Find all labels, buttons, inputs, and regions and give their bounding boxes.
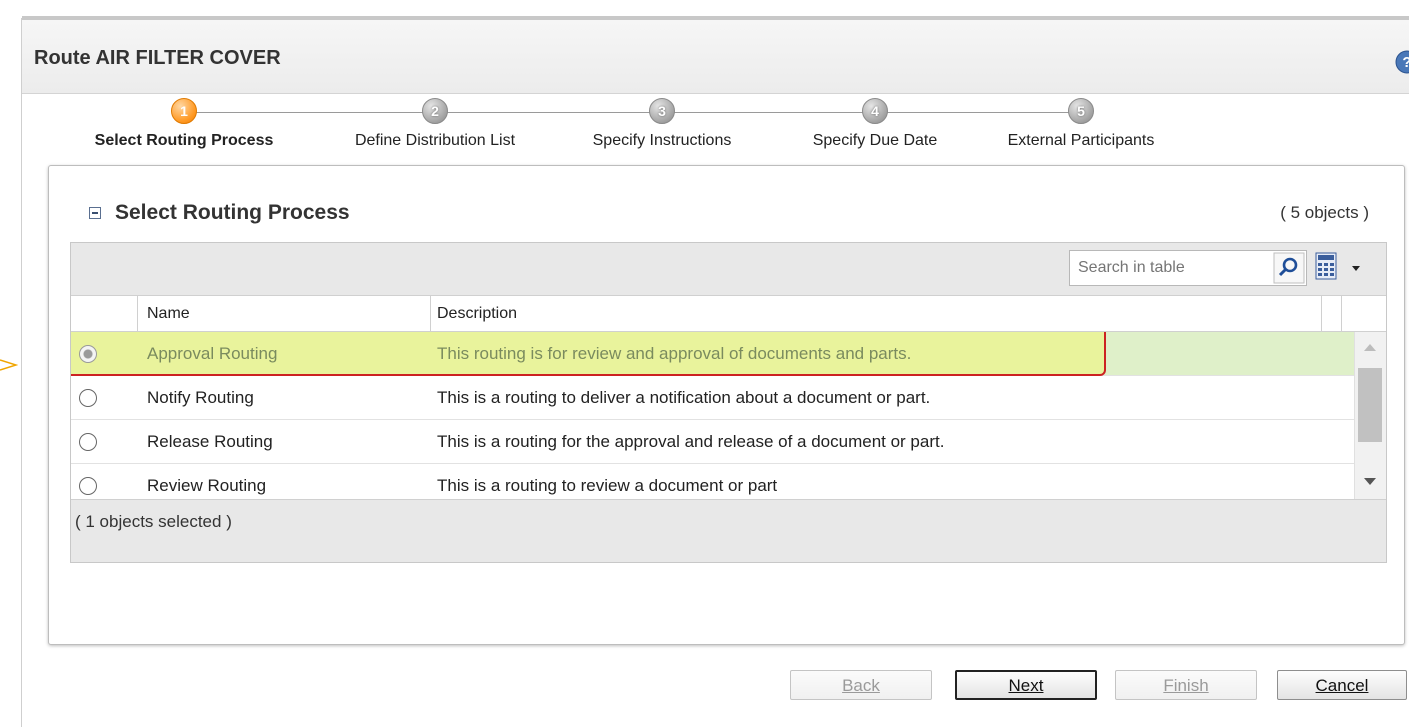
row-description: This is a routing to deliver a notificat… <box>437 388 931 407</box>
step-label-5: External Participants <box>1007 132 1155 149</box>
row-name: Approval Routing <box>147 344 278 363</box>
column-divider <box>137 296 138 331</box>
step-label-3: Specify Instructions <box>592 132 732 149</box>
row-name: Notify Routing <box>147 388 254 407</box>
row-radio-approval[interactable] <box>79 345 97 363</box>
row-description: This routing is for review and approval … <box>437 344 912 363</box>
table-body: Approval Routing This routing is for rev… <box>71 332 1354 499</box>
scroll-down-icon[interactable] <box>1364 478 1376 485</box>
wizard-steps: 1 Select Routing Process 2 Define Distri… <box>0 98 1409 162</box>
routing-table: Name Description Approval Routing This r… <box>70 242 1387 563</box>
row-radio-release[interactable] <box>79 433 97 451</box>
back-button[interactable]: Back <box>790 670 932 700</box>
column-header-description[interactable]: Description <box>437 305 517 323</box>
step-label-1: Select Routing Process <box>94 132 274 149</box>
next-button[interactable]: Next <box>955 670 1097 700</box>
object-count: ( 5 objects ) <box>1280 203 1369 222</box>
row-description: This is a routing to review a document o… <box>437 476 778 495</box>
svg-text:?: ? <box>1402 54 1409 71</box>
selected-count: ( 1 objects selected ) <box>75 512 232 531</box>
table-row[interactable]: Review Routing This is a routing to revi… <box>71 464 1354 499</box>
step-number-5: 5 <box>1068 98 1094 124</box>
step-label-4: Specify Due Date <box>812 132 938 149</box>
row-radio-notify[interactable] <box>79 389 97 407</box>
search-icon[interactable] <box>1273 252 1305 284</box>
step-number-2: 2 <box>422 98 448 124</box>
step-label-2: Define Distribution List <box>354 132 516 149</box>
search-input[interactable] <box>1069 250 1307 286</box>
table-row[interactable]: Notify Routing This is a routing to deli… <box>71 376 1354 420</box>
panel-title: Select Routing Process <box>115 201 350 224</box>
table-header-row: Name Description <box>71 296 1386 332</box>
row-radio-review[interactable] <box>79 477 97 495</box>
step-number-1: 1 <box>171 98 197 124</box>
page-header: Route AIR FILTER COVER ? <box>22 16 1409 94</box>
chevron-down-icon[interactable] <box>1351 265 1361 273</box>
row-name: Review Routing <box>147 476 267 495</box>
row-name: Release Routing <box>147 432 273 451</box>
wizard-step-5[interactable]: 5 External Participants <box>976 98 1186 150</box>
calculator-icon[interactable] <box>1315 252 1337 280</box>
scroll-thumb[interactable] <box>1358 368 1382 442</box>
column-divider <box>1341 296 1342 331</box>
collapse-icon[interactable] <box>89 207 101 219</box>
arrow-icon <box>0 359 18 371</box>
column-divider <box>430 296 431 331</box>
step-number-4: 4 <box>862 98 888 124</box>
table-row[interactable]: Release Routing This is a routing for th… <box>71 420 1354 464</box>
table-row[interactable]: Approval Routing This routing is for rev… <box>71 332 1354 376</box>
wizard-step-4[interactable]: 4 Specify Due Date <box>777 98 973 150</box>
table-toolbar <box>71 243 1386 296</box>
column-header-name[interactable]: Name <box>147 305 190 323</box>
table-scrollbar[interactable] <box>1354 332 1386 499</box>
cancel-button[interactable]: Cancel <box>1277 670 1407 700</box>
wizard-step-2[interactable]: 2 Define Distribution List <box>320 98 550 150</box>
column-divider <box>1321 296 1322 331</box>
step-number-3: 3 <box>649 98 675 124</box>
finish-button[interactable]: Finish <box>1115 670 1257 700</box>
table-footer: ( 1 objects selected ) <box>71 499 1386 562</box>
wizard-step-1[interactable]: 1 Select Routing Process <box>59 98 309 150</box>
page-title: Route AIR FILTER COVER <box>34 47 281 69</box>
panel-header: Select Routing Process <box>89 200 350 226</box>
wizard-step-3[interactable]: 3 Specify Instructions <box>563 98 761 150</box>
scroll-up-icon[interactable] <box>1364 344 1376 351</box>
routing-process-panel: Select Routing Process ( 5 objects ) Sea… <box>48 165 1405 645</box>
row-description: This is a routing for the approval and r… <box>437 432 945 451</box>
help-icon[interactable]: ? <box>1395 50 1409 74</box>
